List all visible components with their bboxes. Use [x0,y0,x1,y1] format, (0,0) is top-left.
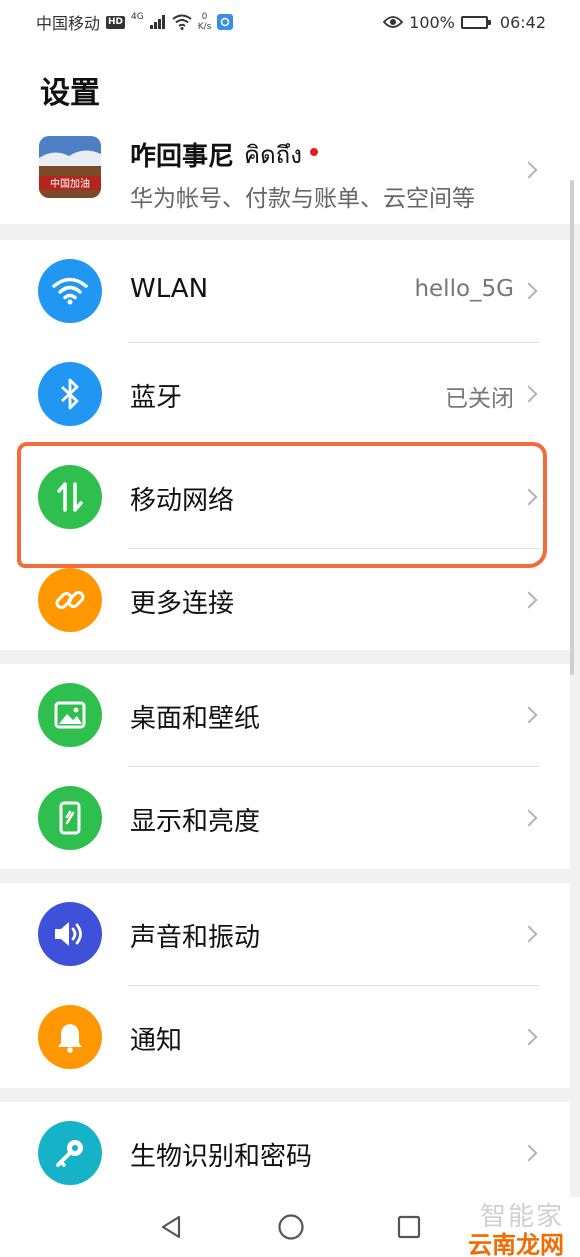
status-right: 100% 06:42 [383,13,546,32]
key-icon [38,1121,102,1185]
app-notification-icon [217,14,234,30]
wallpaper-icon [38,683,102,747]
home-icon[interactable] [277,1213,305,1241]
bell-icon [38,1005,102,1069]
status-bar: 中国移动 HD 4G 0 K/s 100% 06:42 [0,0,580,44]
bluetooth-value: 已关闭 [445,386,514,412]
settings-row-notifications[interactable]: 通知 [0,986,570,1089]
recents-icon[interactable] [397,1215,421,1239]
clock: 06:42 [499,12,546,32]
chevron-right-icon [520,925,538,943]
highlight-annotation [17,442,547,568]
eye-comfort-icon [383,16,404,28]
link-icon [38,568,102,632]
wlan-label: WLAN [130,274,209,304]
watermark-bottom: 云南龙网 [468,1231,564,1257]
chevron-right-icon [520,706,538,724]
sound-icon [38,902,102,966]
account-row[interactable]: 中国加油 咋回事尼 คิดถึง 华为帐号、付款与账单、云空间等 [0,122,570,224]
chevron-right-icon [520,809,538,827]
sound-label: 声音和振动 [130,923,261,953]
more-connections-label: 更多连接 [130,589,235,619]
settings-group-display: 桌面和壁纸 显示和亮度 [0,664,570,869]
settings-row-wallpaper[interactable]: 桌面和壁纸 [0,664,570,767]
settings-row-wlan[interactable]: WLAN hello_5G [0,240,570,343]
chevron-right-icon [520,385,538,403]
net-speed-value: 0 [201,12,208,22]
wifi-icon [38,259,102,323]
chevron-right-icon [520,1028,538,1046]
chevron-right-icon [520,1144,538,1162]
hd-badge: HD [106,15,126,29]
display-icon [38,786,102,850]
battery-percent: 100% [409,12,455,32]
account-name-line: 咋回事尼 คิดถึง [130,135,318,174]
carrier-label: 中国移动 [36,14,101,33]
bluetooth-label: 蓝牙 [130,383,183,413]
status-left: 中国移动 HD 4G 0 K/s [36,10,234,34]
avatar: 中国加油 [39,136,101,198]
avatar-text: 中国加油 [50,177,90,190]
scrollbar[interactable] [570,180,574,675]
net-speed: 0 K/s [198,12,212,32]
battery-icon [460,15,491,29]
account-name-extra: คิดถึง [244,141,302,169]
watermark: 智能家 云南龙网 [468,1196,564,1257]
settings-row-biometrics[interactable]: 生物识别和密码 [0,1102,570,1205]
net-speed-unit: K/s [197,22,212,32]
settings-group-sound: 声音和振动 通知 [0,883,570,1088]
settings-row-bluetooth[interactable]: 蓝牙 已关闭 [0,343,570,446]
account-subtitle: 华为帐号、付款与账单、云空间等 [130,186,475,212]
chevron-right-icon [520,161,538,179]
notification-dot [309,147,318,156]
wifi-status-icon [172,14,192,30]
chevron-right-icon [520,282,538,300]
signal-type: 4G [131,12,144,22]
page-title: 设置 [40,76,100,111]
back-icon[interactable] [159,1214,185,1240]
account-name: 咋回事尼 [130,142,235,172]
settings-row-sound[interactable]: 声音和振动 [0,883,570,986]
notifications-label: 通知 [130,1026,183,1056]
biometrics-label: 生物识别和密码 [130,1142,313,1172]
wallpaper-label: 桌面和壁纸 [130,704,261,734]
bluetooth-icon [38,362,102,426]
chevron-right-icon [520,591,538,609]
signal-bars-icon [149,15,165,29]
display-label: 显示和亮度 [130,807,261,837]
settings-group-security: 生物识别和密码 [0,1102,570,1197]
wlan-value: hello_5G [414,276,514,302]
settings-row-display[interactable]: 显示和亮度 [0,767,570,870]
